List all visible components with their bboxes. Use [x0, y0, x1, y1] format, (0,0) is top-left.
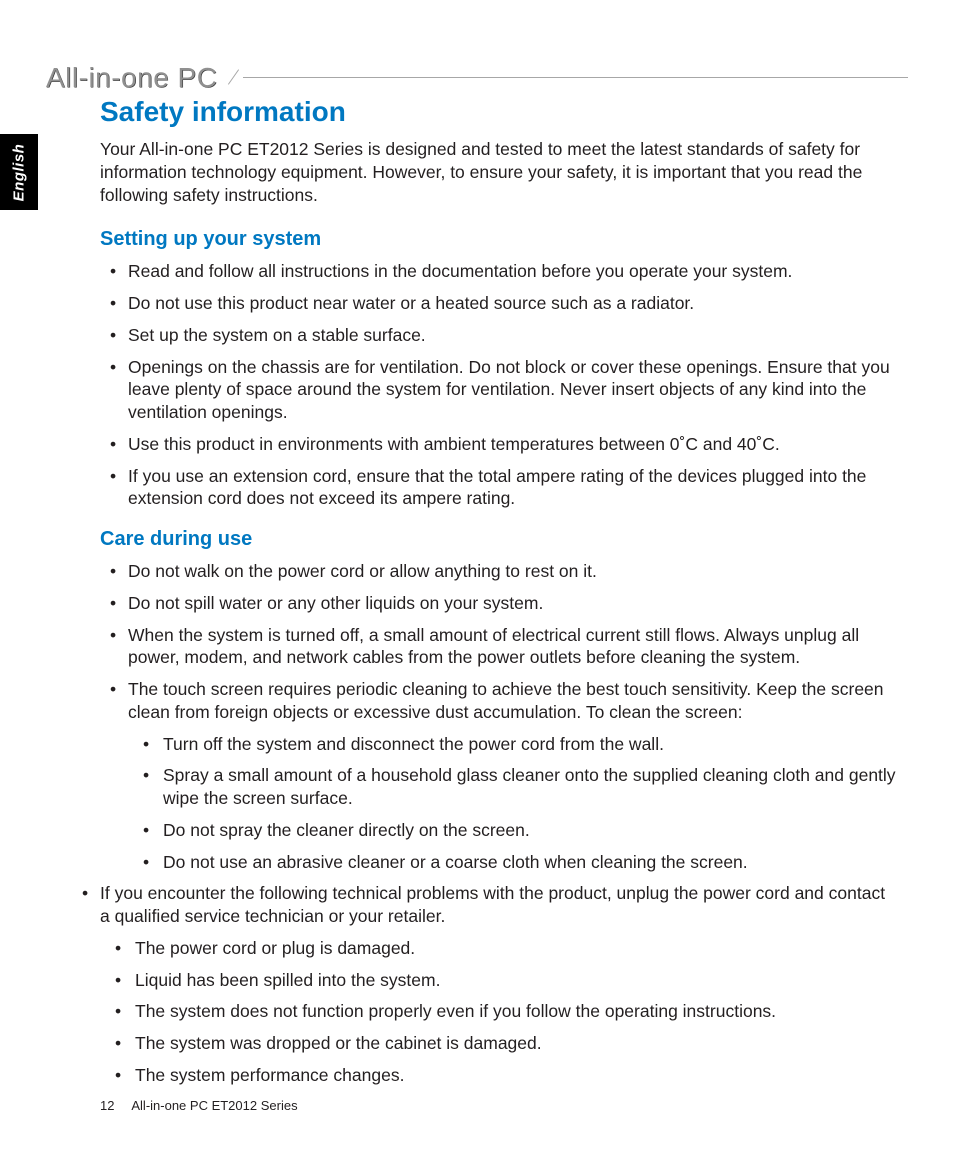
list-item: The power cord or plug is damaged.	[100, 937, 896, 960]
intro-paragraph: Your All-in-one PC ET2012 Series is desi…	[100, 138, 896, 206]
list-item: Spray a small amount of a household glas…	[128, 764, 896, 810]
list-item: Liquid has been spilled into the system.	[100, 969, 896, 992]
list-item: Turn off the system and disconnect the p…	[128, 733, 896, 756]
list-item: Openings on the chassis are for ventilat…	[100, 356, 896, 424]
list-item: Do not use an abrasive cleaner or a coar…	[128, 851, 896, 874]
page-footer: 12 All-in-one PC ET2012 Series	[100, 1098, 298, 1113]
list-item: If you encounter the following technical…	[72, 882, 896, 1086]
header-rule	[243, 73, 908, 83]
doc-name: All-in-one PC ET2012 Series	[131, 1098, 297, 1113]
care-list: Do not walk on the power cord or allow a…	[100, 560, 896, 1087]
section-heading-care: Care during use	[100, 528, 896, 551]
language-tab-label: English	[11, 143, 28, 201]
list-item: Set up the system on a stable surface.	[100, 324, 896, 347]
list-item: The system performance changes.	[100, 1064, 896, 1087]
page-content: Safety information Your All-in-one PC ET…	[100, 96, 896, 1096]
page-title: Safety information	[100, 96, 896, 128]
page-number: 12	[100, 1098, 114, 1113]
product-line-title: All-in-one PC	[46, 62, 229, 94]
list-item: Do not spray the cleaner directly on the…	[128, 819, 896, 842]
setup-list: Read and follow all instructions in the …	[100, 260, 896, 510]
list-item: The system was dropped or the cabinet is…	[100, 1032, 896, 1055]
list-item: Read and follow all instructions in the …	[100, 260, 896, 283]
list-item: When the system is turned off, a small a…	[100, 624, 896, 670]
list-item: Do not use this product near water or a …	[100, 292, 896, 315]
section-heading-setup: Setting up your system	[100, 228, 896, 251]
list-item: The system does not function properly ev…	[100, 1000, 896, 1023]
list-item: Do not spill water or any other liquids …	[100, 592, 896, 615]
technical-problems-sublist: The power cord or plug is damaged. Liqui…	[100, 937, 896, 1087]
list-item: Do not walk on the power cord or allow a…	[100, 560, 896, 583]
clean-screen-sublist: Turn off the system and disconnect the p…	[128, 733, 896, 874]
list-item: If you use an extension cord, ensure tha…	[100, 465, 896, 511]
page-header: All-in-one PC	[46, 62, 908, 94]
list-item: The touch screen requires periodic clean…	[100, 678, 896, 873]
language-tab: English	[0, 134, 38, 210]
list-item: Use this product in environments with am…	[100, 433, 896, 456]
